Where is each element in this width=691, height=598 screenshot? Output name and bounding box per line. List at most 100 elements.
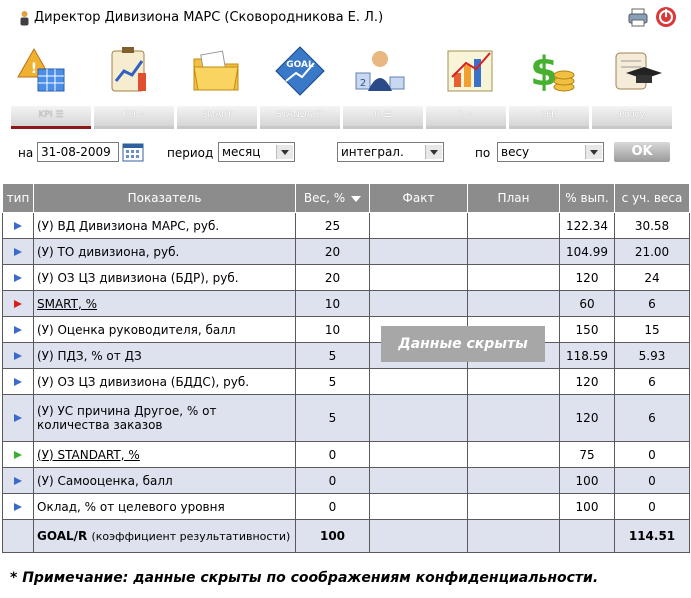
period-label: период — [167, 146, 214, 160]
table-row[interactable]: (У) ТО дивизиона, руб. 20 104.99 21.00 — [2, 238, 690, 265]
user-icon — [20, 11, 29, 26]
type-arrow-icon — [14, 325, 22, 334]
indicator-cell: (У) Самооценка, балл — [33, 467, 296, 494]
type-cell — [2, 316, 34, 343]
mode-value: интеграл. — [341, 145, 404, 159]
weight-cell: 25 — [295, 212, 370, 239]
date-label: на — [18, 146, 34, 160]
type-arrow-icon — [14, 351, 22, 360]
smart-folder-icon[interactable] — [186, 40, 246, 102]
confidentiality-note: * Примечание: данные скрыты по соображен… — [10, 570, 599, 586]
goal-icon[interactable]: GOAL — [270, 40, 330, 102]
plan-cell — [467, 394, 560, 442]
indicator-name: (У) ТО дивизиона, руб. — [37, 244, 180, 259]
col-pct[interactable]: % вып. — [559, 183, 615, 213]
plan-cell — [467, 238, 560, 265]
footer-weighted-cell: 114.51 — [614, 519, 690, 553]
tab-kpi-chart[interactable]: KPI ∿ — [94, 106, 174, 129]
type-cell — [2, 394, 34, 442]
weight-cell: 10 — [295, 316, 370, 343]
col-indicator[interactable]: Показатель — [33, 183, 296, 213]
table-row[interactable]: (У) УС причина Другое, % от количества з… — [2, 394, 690, 442]
weighted-cell: 6 — [614, 290, 690, 317]
chevron-down-icon[interactable] — [425, 145, 442, 159]
tab-standart[interactable]: STANDART — [260, 106, 340, 129]
type-arrow-icon — [14, 273, 22, 282]
type-cell — [2, 493, 34, 520]
table-row[interactable]: (У) ОЗ ЦЗ дивизиона (БДР), руб. 20 120 24 — [2, 264, 690, 291]
fact-cell — [369, 290, 468, 317]
indicator-cell[interactable]: SMART, % — [33, 290, 296, 317]
fact-cell — [369, 493, 468, 520]
tab-r-chart[interactable]: R ∿ — [426, 106, 506, 129]
col-plan[interactable]: План — [467, 183, 560, 213]
date-input[interactable]: 31-08-2009 — [37, 142, 119, 162]
indicator-cell: (У) ОЗ ЦЗ дивизиона (БДР), руб. — [33, 264, 296, 291]
tab-pfr[interactable]: PFR — [509, 106, 589, 129]
r-chart-icon[interactable] — [440, 40, 500, 102]
pct-cell: 100 — [559, 493, 615, 520]
weighted-cell: 24 — [614, 264, 690, 291]
svg-text:$: $ — [530, 49, 558, 95]
weighted-cell: 15 — [614, 316, 690, 343]
footer-pct-cell — [559, 519, 615, 553]
tab-kpi-table[interactable]: KPI ☰ — [11, 106, 91, 129]
data-hidden-badge: Данные скрыты — [381, 326, 545, 362]
calendar-icon[interactable] — [122, 142, 144, 162]
table-row[interactable]: (У) ОЗ ЦЗ дивизиона (БДДС), руб. 5 120 6 — [2, 368, 690, 395]
indicator-cell: (У) ВД Дивизиона МАРС, руб. — [33, 212, 296, 239]
pfr-dollar-icon[interactable]: $ — [520, 40, 580, 102]
type-arrow-icon — [14, 299, 22, 308]
indicator-cell[interactable]: (У) STANDART, % — [33, 441, 296, 468]
col-weight[interactable]: Вес, % — [295, 183, 370, 213]
table-footer-row: GOAL/R (коэффициент результативности) 100… — [2, 519, 690, 553]
printer-icon[interactable] — [627, 6, 649, 28]
kpi-table-icon[interactable]: ! — [12, 40, 72, 102]
weight-cell: 0 — [295, 441, 370, 468]
col-weighted[interactable]: с уч. веса — [614, 183, 690, 213]
indicator-name: Оклад, % от целевого уровня — [37, 499, 225, 514]
tab-smart[interactable]: SMART — [177, 106, 257, 129]
chevron-down-icon[interactable] — [276, 145, 293, 159]
indicator-name: (У) УС причина Другое, % от количества з… — [37, 404, 217, 432]
kpi-chart-icon[interactable] — [100, 40, 160, 102]
plan-cell — [467, 264, 560, 291]
r-team-icon[interactable]: 2 — [350, 40, 410, 102]
ok-button[interactable]: OK — [614, 142, 670, 162]
indicator-name[interactable]: SMART, % — [37, 297, 97, 311]
indicator-cell: (У) ТО дивизиона, руб. — [33, 238, 296, 265]
indicator-name[interactable]: (У) STANDART, % — [37, 448, 140, 462]
type-arrow-icon — [14, 221, 22, 230]
table-row[interactable]: (У) Самооценка, балл 0 100 0 — [2, 467, 690, 494]
indicator-cell: Оклад, % от целевого уровня — [33, 493, 296, 520]
policy-graduation-icon[interactable] — [606, 40, 666, 102]
footer-name: GOAL/R — [37, 529, 88, 543]
tab-policy[interactable]: Policy — [592, 106, 672, 129]
weight-cell: 20 — [295, 238, 370, 265]
weight-cell: 10 — [295, 290, 370, 317]
table-row[interactable]: (У) Оценка руководителя, балл 10 150 15 — [2, 316, 690, 343]
mode-select[interactable]: интеграл. — [337, 142, 444, 162]
table-row[interactable]: (У) STANDART, % 0 75 0 — [2, 441, 690, 468]
plan-cell — [467, 441, 560, 468]
chevron-down-icon[interactable] — [585, 145, 602, 159]
page-title: Директор Дивизиона МАРС (Сковородникова … — [34, 10, 384, 25]
footer-plan-cell — [467, 519, 560, 553]
sort-desc-icon[interactable] — [351, 195, 362, 202]
col-fact[interactable]: Факт — [369, 183, 468, 213]
col-type[interactable]: тип — [2, 183, 34, 213]
tab-r-table[interactable]: R ☰ — [343, 106, 423, 129]
pct-cell: 118.59 — [559, 342, 615, 369]
table-row[interactable]: SMART, % 10 60 6 — [2, 290, 690, 317]
table-row[interactable]: (У) ПДЗ, % от ДЗ 5 118.59 5.93 — [2, 342, 690, 369]
period-value: месяц — [222, 145, 261, 159]
exit-icon[interactable] — [655, 6, 677, 28]
period-select[interactable]: месяц — [218, 142, 295, 162]
plan-cell — [467, 368, 560, 395]
type-arrow-icon — [14, 377, 22, 386]
type-cell — [2, 342, 34, 369]
table-row[interactable]: (У) ВД Дивизиона МАРС, руб. 25 122.34 30.58 — [2, 212, 690, 239]
indicator-cell: (У) УС причина Другое, % от количества з… — [33, 394, 296, 442]
by-select[interactable]: весу — [497, 142, 604, 162]
table-row[interactable]: Оклад, % от целевого уровня 0 100 0 — [2, 493, 690, 520]
